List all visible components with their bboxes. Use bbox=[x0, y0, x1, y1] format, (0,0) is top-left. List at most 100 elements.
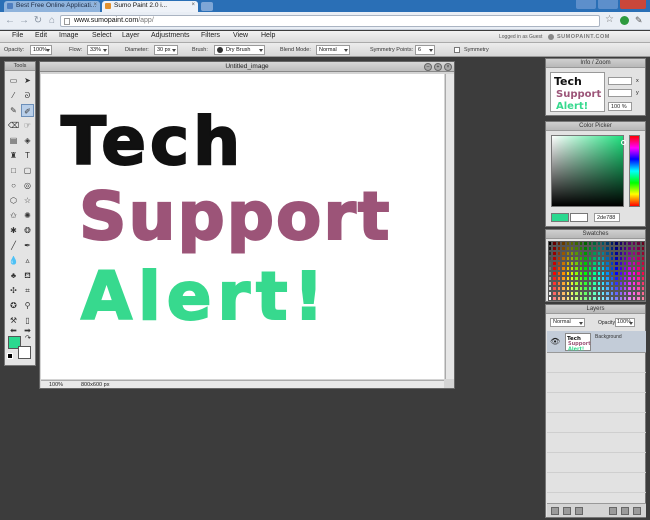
layer-options-icon[interactable] bbox=[633, 507, 641, 515]
layer-opacity-field[interactable]: 100% bbox=[615, 318, 635, 327]
background-color-swatch[interactable] bbox=[18, 346, 31, 359]
symmetry-points-field[interactable]: 6 bbox=[415, 45, 435, 55]
merge-layer-icon[interactable] bbox=[575, 507, 583, 515]
symmetry-points-value: 6 bbox=[418, 47, 422, 53]
zoom-icon[interactable]: ⚲ bbox=[21, 299, 34, 312]
visibility-eye-icon[interactable]: 👁 bbox=[550, 337, 560, 346]
custom-shape-icon[interactable]: ◎ bbox=[21, 179, 34, 192]
blend-mode-value: Normal bbox=[319, 47, 337, 53]
blend-mode-label: Blend Mode: bbox=[280, 47, 311, 53]
tab-close-icon[interactable]: × bbox=[191, 2, 195, 8]
reload-icon[interactable]: ↻ bbox=[32, 15, 44, 27]
vertical-scrollbar[interactable] bbox=[445, 74, 454, 379]
menu-adjustments[interactable]: Adjustments bbox=[151, 32, 190, 39]
bucket-fill-icon[interactable]: ⛾ bbox=[21, 269, 34, 282]
default-colors-icon[interactable] bbox=[7, 353, 13, 359]
marquee-tool-icon[interactable]: ▭ bbox=[7, 74, 20, 87]
rectangle-icon[interactable]: □ bbox=[7, 164, 20, 177]
rounded-rect-icon[interactable]: ▢ bbox=[21, 164, 34, 177]
star-icon[interactable]: ☆ bbox=[21, 194, 34, 207]
tab-close-icon[interactable]: × bbox=[93, 2, 97, 8]
menu-layer[interactable]: Layer bbox=[122, 32, 140, 39]
saturation-value-field[interactable] bbox=[551, 135, 626, 207]
lasso-icon[interactable]: ᘐ bbox=[21, 89, 34, 102]
old-color-swatch[interactable] bbox=[570, 213, 588, 222]
blend-mode-select[interactable]: Normal bbox=[316, 45, 350, 55]
gear-shape-icon[interactable]: ✱ bbox=[7, 224, 20, 237]
browser-tab-best-free[interactable]: Best Free Online Applicati... × bbox=[4, 1, 100, 12]
move-tool-icon[interactable]: ➤ bbox=[21, 74, 34, 87]
spiral-icon[interactable]: ❂ bbox=[21, 224, 34, 237]
layers-panel: Layers Normal Opacity: 100% 👁 Tech Suppo… bbox=[545, 304, 646, 518]
layer-blend-value: Normal bbox=[553, 319, 571, 325]
flow-field[interactable]: 33% bbox=[87, 45, 109, 55]
blur-drop-icon[interactable]: 💧 bbox=[7, 254, 20, 267]
home-icon[interactable]: ⌂ bbox=[46, 15, 58, 27]
hue-slider[interactable] bbox=[629, 135, 640, 207]
menu-help[interactable]: Help bbox=[261, 32, 275, 39]
layer-row-background[interactable]: 👁 Tech Support Alert! Background bbox=[547, 331, 646, 353]
shape-tool-icon[interactable]: ✪ bbox=[7, 299, 20, 312]
zoom-field[interactable]: 100 % bbox=[608, 102, 632, 111]
swap-colors-icon[interactable]: ↷ bbox=[25, 334, 31, 342]
polygon-icon[interactable]: ⬡ bbox=[7, 194, 20, 207]
magic-wand-icon[interactable]: ⁄ bbox=[7, 89, 20, 102]
color-swatch[interactable] bbox=[640, 296, 645, 301]
hex-color-input[interactable]: 2de788 bbox=[594, 213, 620, 222]
gradient-icon[interactable]: ▤ bbox=[7, 134, 20, 147]
eraser-icon[interactable]: ⌫ bbox=[7, 119, 20, 132]
ellipse-icon[interactable]: ○ bbox=[7, 179, 20, 192]
text-tool-icon[interactable]: T bbox=[21, 149, 34, 162]
navigator-thumbnail[interactable]: Tech Support Alert! bbox=[550, 72, 605, 112]
thumbnail-artwork: Tech Support Alert! bbox=[554, 75, 601, 112]
clone-icon[interactable]: ♣ bbox=[7, 269, 20, 282]
doc-maximize-icon[interactable]: + bbox=[434, 63, 442, 71]
symmetry-checkbox[interactable] bbox=[454, 47, 460, 53]
delete-layer-icon[interactable] bbox=[609, 507, 617, 515]
login-status[interactable]: Logged in as Guest bbox=[499, 34, 542, 40]
menu-edit[interactable]: Edit bbox=[35, 32, 47, 39]
browser-tab-sumo-paint[interactable]: Sumo Paint 2.0 i... × bbox=[102, 1, 198, 12]
pencil-icon[interactable]: ✎ bbox=[7, 104, 20, 117]
line-icon[interactable]: ╱ bbox=[7, 239, 20, 252]
smudge-icon[interactable]: ☞ bbox=[21, 119, 34, 132]
star-shape-icon[interactable]: ✩ bbox=[7, 209, 20, 222]
forward-arrow-icon[interactable]: → bbox=[18, 15, 30, 27]
bookmark-star-icon[interactable]: ☆ bbox=[605, 14, 614, 25]
warp-icon[interactable]: ✣ bbox=[7, 284, 20, 297]
layer-blend-select[interactable]: Normal bbox=[550, 318, 585, 327]
brush-tool-icon[interactable]: ✐ bbox=[21, 104, 34, 117]
extension-icon[interactable] bbox=[620, 16, 629, 25]
back-arrow-icon[interactable]: ← bbox=[4, 15, 16, 27]
drawn-text-support: Support bbox=[79, 178, 391, 255]
menu-filters[interactable]: Filters bbox=[201, 32, 220, 39]
address-bar[interactable]: www.sumopaint.com/app/ bbox=[60, 15, 600, 27]
bucket-icon[interactable]: ◈ bbox=[21, 134, 34, 147]
brush-icon bbox=[217, 47, 223, 53]
menu-select[interactable]: Select bbox=[92, 32, 111, 39]
pen-icon[interactable]: ✒ bbox=[21, 239, 34, 252]
burst-icon[interactable]: ✺ bbox=[21, 209, 34, 222]
doc-close-icon[interactable]: × bbox=[444, 63, 452, 71]
menu-view[interactable]: View bbox=[233, 32, 248, 39]
diameter-field[interactable]: 30 px bbox=[154, 45, 178, 55]
drawing-canvas[interactable]: Tech Support Alert! bbox=[41, 74, 444, 379]
sharpen-icon[interactable]: ▵ bbox=[21, 254, 34, 267]
stamp-icon[interactable]: ♜ bbox=[7, 149, 20, 162]
new-tab-button[interactable] bbox=[201, 2, 213, 11]
doc-minimize-icon[interactable]: – bbox=[424, 63, 432, 71]
duplicate-layer-icon[interactable] bbox=[563, 507, 571, 515]
color-cursor[interactable] bbox=[621, 140, 626, 145]
wrench-icon[interactable]: ✎ bbox=[635, 15, 643, 26]
minimize-button[interactable] bbox=[576, 0, 596, 9]
menu-file[interactable]: File bbox=[12, 32, 23, 39]
window-close-button[interactable] bbox=[620, 0, 646, 9]
new-layer-icon[interactable] bbox=[551, 507, 559, 515]
tool-options-bar: Opacity: 100% Flow: 33% Diameter: 30 px … bbox=[0, 43, 650, 57]
crop-icon[interactable]: ⌗ bbox=[21, 284, 34, 297]
layer-effects-icon[interactable] bbox=[621, 507, 629, 515]
opacity-field[interactable]: 100% bbox=[30, 45, 52, 55]
menu-image[interactable]: Image bbox=[59, 32, 78, 39]
brush-selector[interactable]: Dry Brush bbox=[214, 45, 265, 55]
maximize-button[interactable] bbox=[598, 0, 618, 9]
